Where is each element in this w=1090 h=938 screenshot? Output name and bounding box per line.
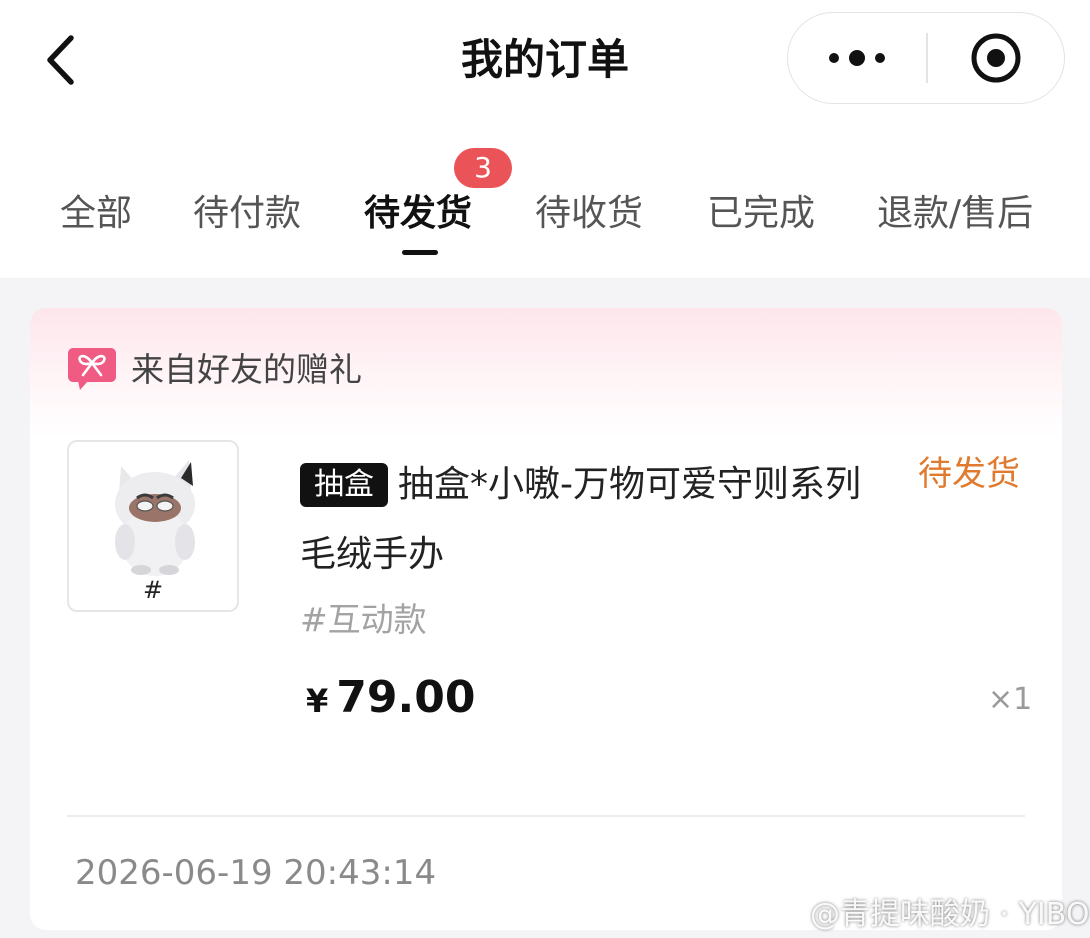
product-title-block[interactable]: 抽盒 抽盒*小嗷-万物可爱守则系列毛绒手办 [300,450,880,590]
quantity: ×1 [988,682,1033,717]
miniprogram-capsule [787,12,1065,104]
tab-completed[interactable]: 已完成 [707,188,815,240]
gift-ribbon-icon [68,348,116,390]
watermark-text: @青提味酸奶 · YIBO [810,897,1090,932]
order-status: 待发货 [918,454,1020,494]
card-divider [67,815,1025,817]
weibo-icon [760,896,800,928]
more-dots-icon [829,50,885,66]
active-tab-indicator [402,250,438,255]
thumbnail-mark: # [142,576,164,604]
product-thumbnail[interactable]: # [67,440,239,612]
order-card[interactable]: 来自好友的赠礼 # 抽盒 抽盒*小嗷-万物可爱守则系列毛绒手办 待发货 #互动款 … [30,308,1062,930]
price: ¥79.00 [306,668,475,737]
watermark: @青提味酸奶 · YIBO [760,886,1089,936]
top-bar: 我的订单 全部 待付款 待发货 3 待收货 已完成 退款/售后 [0,0,1090,278]
product-variant: #互动款 [300,600,427,639]
price-amount: 79.00 [336,672,476,723]
tab-badge-count: 3 [454,148,512,188]
tab-all[interactable]: 全部 [60,188,132,240]
currency-symbol: ¥ [306,682,329,720]
tab-pending-payment[interactable]: 待付款 [193,188,301,240]
tab-pending-shipment[interactable]: 待发货 [364,188,472,240]
close-target-icon [971,33,1021,83]
close-button[interactable] [928,13,1064,103]
tab-pending-receipt[interactable]: 待收货 [535,188,643,240]
tab-refund-aftersale[interactable]: 退款/售后 [877,188,1033,240]
order-date: 2026-06-19 20:43:14 [75,853,437,893]
blindbox-tag: 抽盒 [300,463,388,507]
more-button[interactable] [788,13,926,103]
gift-label: 来自好友的赠礼 [131,350,362,389]
